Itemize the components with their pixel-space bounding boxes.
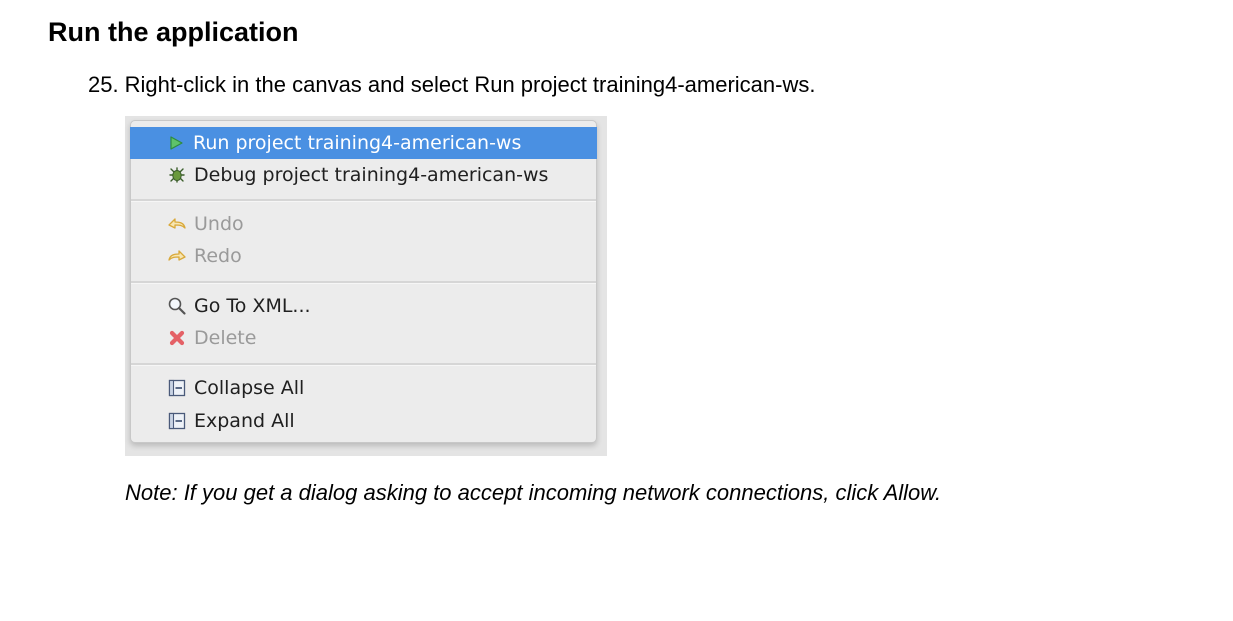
menu-item-debug-project[interactable]: Debug project training4-american-ws xyxy=(131,159,598,191)
undo-icon xyxy=(165,213,189,235)
search-icon xyxy=(165,295,189,317)
menu-item-undo[interactable]: Undo xyxy=(131,208,598,240)
menu-item-label: Go To XML... xyxy=(194,295,311,317)
menu-item-collapse-all[interactable]: Collapse All xyxy=(131,372,598,404)
menu-separator xyxy=(131,281,596,284)
section-heading: Run the application xyxy=(48,17,299,47)
menu-item-go-to-xml[interactable]: Go To XML... xyxy=(131,290,598,322)
menu-item-label: Debug project training4-american-ws xyxy=(194,164,549,186)
run-play-icon xyxy=(164,132,188,154)
menu-separator xyxy=(131,363,596,366)
expand-all-icon xyxy=(165,410,189,432)
context-menu: Run project training4-american-ws Debug … xyxy=(130,120,597,443)
menu-item-run-project[interactable]: Run project training4-american-ws xyxy=(130,127,597,159)
menu-item-label: Expand All xyxy=(194,410,295,432)
menu-item-label: Undo xyxy=(194,213,244,235)
step-number: 25. xyxy=(88,72,119,97)
menu-item-label: Run project training4-american-ws xyxy=(193,132,522,154)
step-text: Right-click in the canvas and select Run… xyxy=(124,72,816,97)
redo-icon xyxy=(165,245,189,267)
menu-item-delete[interactable]: Delete xyxy=(131,322,598,354)
debug-bug-icon xyxy=(165,164,189,186)
note-text: Note: If you get a dialog asking to acce… xyxy=(125,480,942,505)
menu-item-label: Collapse All xyxy=(194,377,305,399)
menu-item-label: Redo xyxy=(194,245,242,267)
delete-x-icon xyxy=(165,327,189,349)
menu-item-expand-all[interactable]: Expand All xyxy=(131,405,598,437)
step-instruction: 25. Right-click in the canvas and select … xyxy=(88,70,815,100)
menu-separator xyxy=(131,199,596,202)
menu-item-redo[interactable]: Redo xyxy=(131,240,598,272)
menu-item-label: Delete xyxy=(194,327,257,349)
collapse-all-icon xyxy=(165,377,189,399)
